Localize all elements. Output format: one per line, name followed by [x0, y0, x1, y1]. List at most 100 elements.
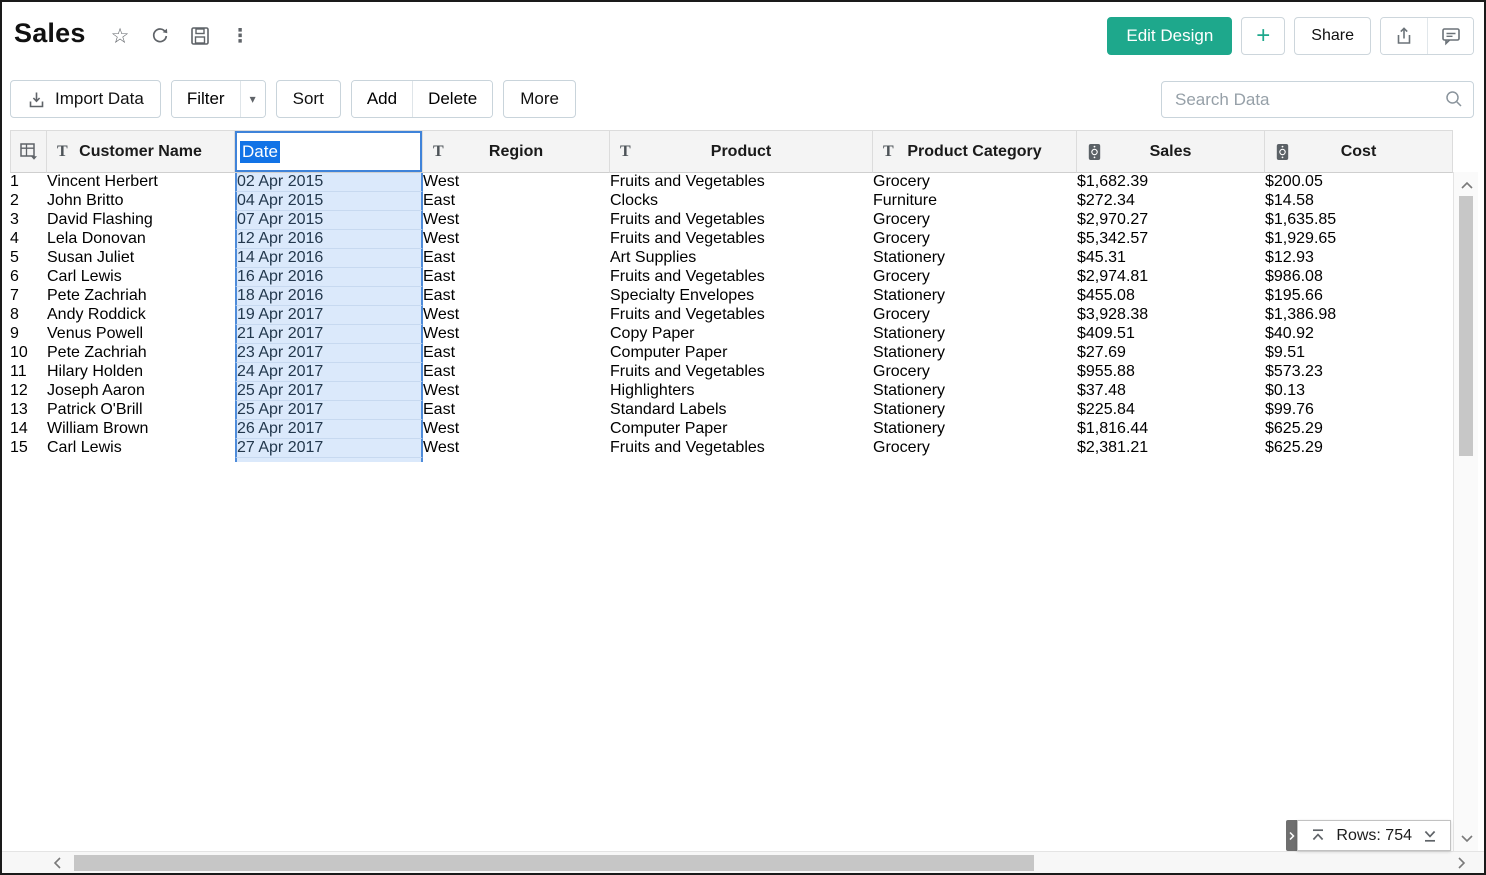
- cell[interactable]: $200.05: [1265, 173, 1453, 192]
- search-input[interactable]: [1161, 81, 1474, 118]
- row-number[interactable]: 11: [10, 363, 47, 382]
- cell[interactable]: Art Supplies: [610, 249, 873, 268]
- cell[interactable]: West: [423, 173, 610, 192]
- cell[interactable]: 25 Apr 2017: [235, 401, 423, 420]
- cell[interactable]: 18 Apr 2016: [235, 287, 423, 306]
- cell[interactable]: Fruits and Vegetables: [610, 363, 873, 382]
- cell[interactable]: Fruits and Vegetables: [610, 211, 873, 230]
- cell[interactable]: $5,342.57: [1077, 230, 1265, 249]
- cell[interactable]: Fruits and Vegetables: [610, 230, 873, 249]
- cell[interactable]: East: [423, 192, 610, 211]
- scroll-down-arrow-icon[interactable]: [1454, 827, 1479, 849]
- horizontal-scrollbar[interactable]: [2, 851, 1484, 873]
- cell[interactable]: Grocery: [873, 268, 1077, 287]
- cell[interactable]: Fruits and Vegetables: [610, 173, 873, 192]
- cell[interactable]: John Britto: [47, 192, 235, 211]
- cell[interactable]: 07 Apr 2015: [235, 211, 423, 230]
- cell[interactable]: $625.29: [1265, 420, 1453, 439]
- cell[interactable]: 14 Apr 2016: [235, 249, 423, 268]
- scroll-left-arrow-icon[interactable]: [46, 852, 68, 874]
- cell[interactable]: David Flashing: [47, 211, 235, 230]
- cell[interactable]: $2,381.21: [1077, 439, 1265, 458]
- cell[interactable]: Stationery: [873, 420, 1077, 439]
- cell[interactable]: $1,929.65: [1265, 230, 1453, 249]
- cell[interactable]: West: [423, 306, 610, 325]
- cell[interactable]: 04 Apr 2015: [235, 192, 423, 211]
- scroll-right-arrow-icon[interactable]: [1450, 852, 1472, 874]
- cell[interactable]: Stationery: [873, 382, 1077, 401]
- cell[interactable]: 27 Apr 2017: [235, 439, 423, 458]
- row-number[interactable]: 8: [10, 306, 47, 325]
- row-number[interactable]: 3: [10, 211, 47, 230]
- cell[interactable]: Copy Paper: [610, 325, 873, 344]
- cell[interactable]: Grocery: [873, 306, 1077, 325]
- column-header-4[interactable]: TProduct Category: [873, 131, 1077, 173]
- cell[interactable]: 26 Apr 2017: [235, 420, 423, 439]
- cell[interactable]: $1,816.44: [1077, 420, 1265, 439]
- cell[interactable]: $2,970.27: [1077, 211, 1265, 230]
- cell[interactable]: East: [423, 249, 610, 268]
- cell[interactable]: Grocery: [873, 439, 1077, 458]
- cell[interactable]: Computer Paper: [610, 420, 873, 439]
- cell[interactable]: $3,928.38: [1077, 306, 1265, 325]
- refresh-icon[interactable]: [148, 24, 172, 48]
- cell[interactable]: William Brown: [47, 420, 235, 439]
- row-number[interactable]: 7: [10, 287, 47, 306]
- cell[interactable]: Standard Labels: [610, 401, 873, 420]
- cell[interactable]: East: [423, 287, 610, 306]
- row-number[interactable]: 4: [10, 230, 47, 249]
- cell[interactable]: $27.69: [1077, 344, 1265, 363]
- cell[interactable]: Fruits and Vegetables: [610, 306, 873, 325]
- cell[interactable]: $573.23: [1265, 363, 1453, 382]
- column-header-2[interactable]: TRegion: [423, 131, 610, 173]
- row-number[interactable]: 14: [10, 420, 47, 439]
- cell[interactable]: Furniture: [873, 192, 1077, 211]
- cell[interactable]: Grocery: [873, 173, 1077, 192]
- row-number[interactable]: 9: [10, 325, 47, 344]
- add-row-button[interactable]: Add: [352, 81, 412, 117]
- favorite-star-icon[interactable]: ☆: [108, 24, 132, 48]
- cell[interactable]: Stationery: [873, 344, 1077, 363]
- column-header-3[interactable]: TProduct: [610, 131, 873, 173]
- cell[interactable]: $14.58: [1265, 192, 1453, 211]
- cell[interactable]: Pete Zachriah: [47, 287, 235, 306]
- cell[interactable]: 02 Apr 2015: [235, 173, 423, 192]
- more-button[interactable]: More: [503, 80, 576, 118]
- cell[interactable]: Grocery: [873, 363, 1077, 382]
- cell[interactable]: $9.51: [1265, 344, 1453, 363]
- cell[interactable]: 12 Apr 2016: [235, 230, 423, 249]
- column-header-5[interactable]: Sales: [1077, 131, 1265, 173]
- cell[interactable]: Susan Juliet: [47, 249, 235, 268]
- cell[interactable]: Joseph Aaron: [47, 382, 235, 401]
- cell[interactable]: $99.76: [1265, 401, 1453, 420]
- cell[interactable]: West: [423, 420, 610, 439]
- cell[interactable]: Pete Zachriah: [47, 344, 235, 363]
- cell[interactable]: Highlighters: [610, 382, 873, 401]
- cell[interactable]: Grocery: [873, 211, 1077, 230]
- cell[interactable]: $40.92: [1265, 325, 1453, 344]
- select-all-corner-cell[interactable]: [10, 131, 47, 173]
- delete-row-button[interactable]: Delete: [412, 81, 492, 117]
- cell[interactable]: $625.29: [1265, 439, 1453, 458]
- cell[interactable]: Carl Lewis: [47, 268, 235, 287]
- cell[interactable]: Grocery: [873, 230, 1077, 249]
- go-to-last-row-icon[interactable]: [1422, 828, 1438, 843]
- scroll-up-arrow-icon[interactable]: [1454, 174, 1479, 196]
- cell[interactable]: West: [423, 325, 610, 344]
- share-button[interactable]: Share: [1294, 17, 1371, 55]
- cell[interactable]: Stationery: [873, 249, 1077, 268]
- cell[interactable]: $37.48: [1077, 382, 1265, 401]
- widget-collapse-handle[interactable]: [1286, 820, 1297, 851]
- cell[interactable]: $1,682.39: [1077, 173, 1265, 192]
- search-icon[interactable]: [1444, 89, 1464, 114]
- cell[interactable]: East: [423, 344, 610, 363]
- cell[interactable]: Specialty Envelopes: [610, 287, 873, 306]
- cell[interactable]: Stationery: [873, 401, 1077, 420]
- cell[interactable]: West: [423, 439, 610, 458]
- row-number[interactable]: 6: [10, 268, 47, 287]
- cell[interactable]: 23 Apr 2017: [235, 344, 423, 363]
- cell[interactable]: Vincent Herbert: [47, 173, 235, 192]
- cell[interactable]: East: [423, 401, 610, 420]
- cell[interactable]: Carl Lewis: [47, 439, 235, 458]
- cell[interactable]: 21 Apr 2017: [235, 325, 423, 344]
